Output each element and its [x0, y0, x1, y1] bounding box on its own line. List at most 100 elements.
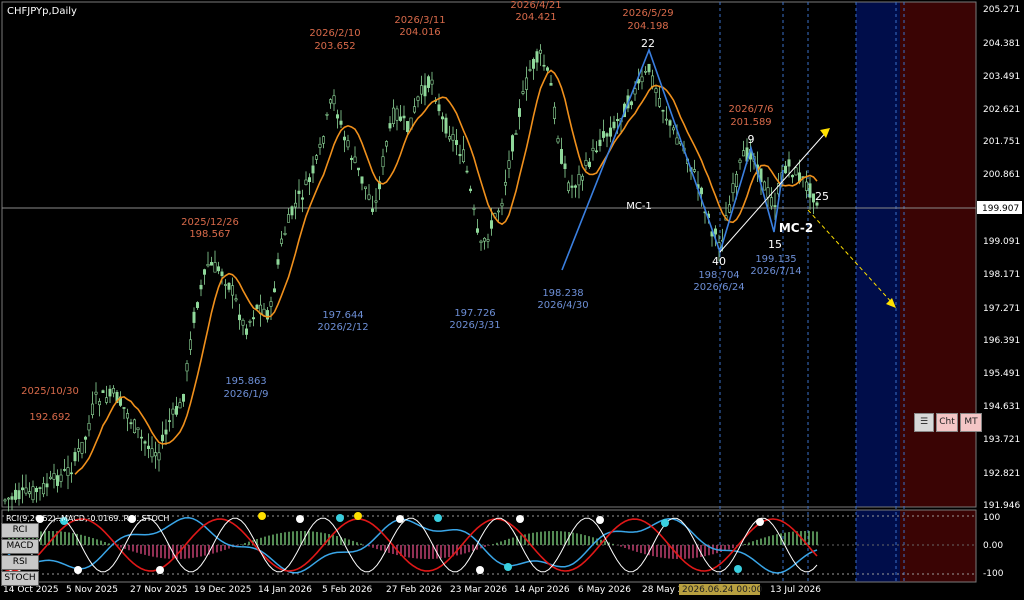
signal-dot: [74, 566, 82, 574]
candle-body: [374, 200, 378, 203]
price-tick: 192.821: [983, 469, 1020, 479]
high-date-label: 2026/7/6: [729, 104, 774, 115]
candle-body: [213, 262, 217, 273]
signal-dot: [258, 512, 266, 520]
candle-body: [241, 319, 245, 326]
mc2-label: MC-2: [779, 221, 813, 235]
candle-body: [168, 420, 172, 422]
candle-body: [615, 119, 619, 121]
candle-body: [486, 239, 490, 242]
stoch-button[interactable]: STOCH: [1, 571, 39, 586]
signal-dot: [156, 566, 164, 574]
high-price-label: 203.652: [314, 41, 355, 52]
candle-body: [304, 179, 308, 185]
date-axis: 14 Oct 2025 5 Nov 2025 27 Nov 2025 19 De…: [3, 584, 821, 595]
candle-body: [650, 75, 654, 88]
candle-body: [713, 228, 717, 235]
candle-body: [20, 487, 24, 491]
candle-body: [360, 176, 364, 184]
signal-dot: [336, 514, 344, 522]
candle-body: [566, 182, 570, 192]
count-label: 15: [768, 238, 782, 251]
candle-body: [17, 490, 21, 500]
candle-body: [269, 301, 273, 307]
rsi-button[interactable]: RSI: [1, 555, 39, 570]
sub-tick-mid: 0.00: [983, 541, 1003, 551]
price-tick: 197.271: [983, 304, 1020, 314]
candle-body: [556, 138, 560, 143]
candle-body: [196, 302, 200, 308]
candle-body: [290, 206, 294, 216]
candle-body: [98, 401, 102, 406]
chart-controls: ☰ Cht MT: [914, 413, 982, 432]
candle-body: [654, 88, 658, 93]
price-tick: 193.721: [983, 435, 1020, 445]
candle-body: [402, 115, 406, 119]
candle-body: [790, 174, 794, 178]
candle-body: [605, 133, 609, 137]
candle-body: [692, 169, 696, 172]
candle-body: [70, 472, 74, 475]
candle-body: [59, 474, 63, 482]
candle-body: [206, 263, 210, 267]
rci-button[interactable]: RCI: [1, 523, 39, 538]
cht-button[interactable]: Cht: [936, 413, 958, 432]
candle-body: [276, 259, 280, 265]
candle-body: [328, 99, 332, 104]
candle-body: [279, 238, 283, 244]
candles: [3, 44, 819, 512]
candle-body: [14, 489, 18, 500]
candle-body: [182, 393, 186, 402]
candle-body: [318, 143, 322, 148]
candle-body: [440, 116, 444, 120]
date-tick: 13 Jul 2026: [770, 585, 821, 595]
candle-body: [238, 314, 242, 321]
projection-up-arrow: [820, 128, 830, 138]
candle-body: [461, 149, 465, 163]
candle-body: [447, 136, 451, 140]
candle-body: [524, 77, 528, 90]
candle-body: [140, 436, 144, 439]
candle-body: [454, 140, 458, 145]
candle-body: [126, 413, 130, 419]
price-axis: 205.271 204.381 203.491 202.621 201.751 …: [983, 5, 1020, 511]
candle-body: [171, 408, 175, 415]
low-price-label: 197.644: [322, 310, 363, 321]
candle-body: [321, 136, 325, 144]
low-date-label: 2026/4/30: [537, 300, 588, 311]
candle-body: [339, 120, 343, 125]
menu-icon[interactable]: ☰: [914, 413, 934, 432]
mt-button[interactable]: MT: [960, 413, 982, 432]
price-chart[interactable]: CHFJPYp,Daily 2025/10/30 192.692 2025/12…: [0, 0, 1024, 600]
candle-body: [419, 85, 423, 95]
candle-body: [405, 121, 409, 133]
price-tick: 201.751: [983, 137, 1020, 147]
signal-dot: [504, 563, 512, 571]
candle-body: [528, 69, 532, 71]
low-date-label: 2026/7/14: [750, 266, 801, 277]
candle-body: [7, 497, 11, 500]
candle-body: [766, 187, 770, 198]
candle-body: [388, 123, 392, 129]
candle-body: [423, 85, 427, 97]
price-tick: 202.621: [983, 105, 1020, 115]
candle-body: [45, 483, 49, 488]
candle-body: [587, 161, 591, 168]
macd-button[interactable]: MACD: [1, 539, 39, 554]
candle-body: [731, 183, 735, 194]
mc1-label: MC-1: [626, 201, 652, 212]
low-price-label: 195.863: [225, 376, 266, 387]
count-label: 22: [641, 37, 655, 50]
candle-body: [643, 70, 647, 73]
date-tick: 23 Mar 2026: [450, 585, 507, 595]
candle-body: [255, 304, 259, 309]
signal-dot: [434, 514, 442, 522]
candle-body: [175, 406, 179, 415]
date-tick: 14 Apr 2026: [514, 585, 570, 595]
candle-body: [52, 473, 56, 480]
candle-body: [129, 422, 133, 425]
candle-body: [727, 204, 731, 213]
date-tick: 6 May 2026: [578, 585, 631, 595]
candle-body: [62, 469, 66, 471]
candle-body: [154, 452, 158, 457]
